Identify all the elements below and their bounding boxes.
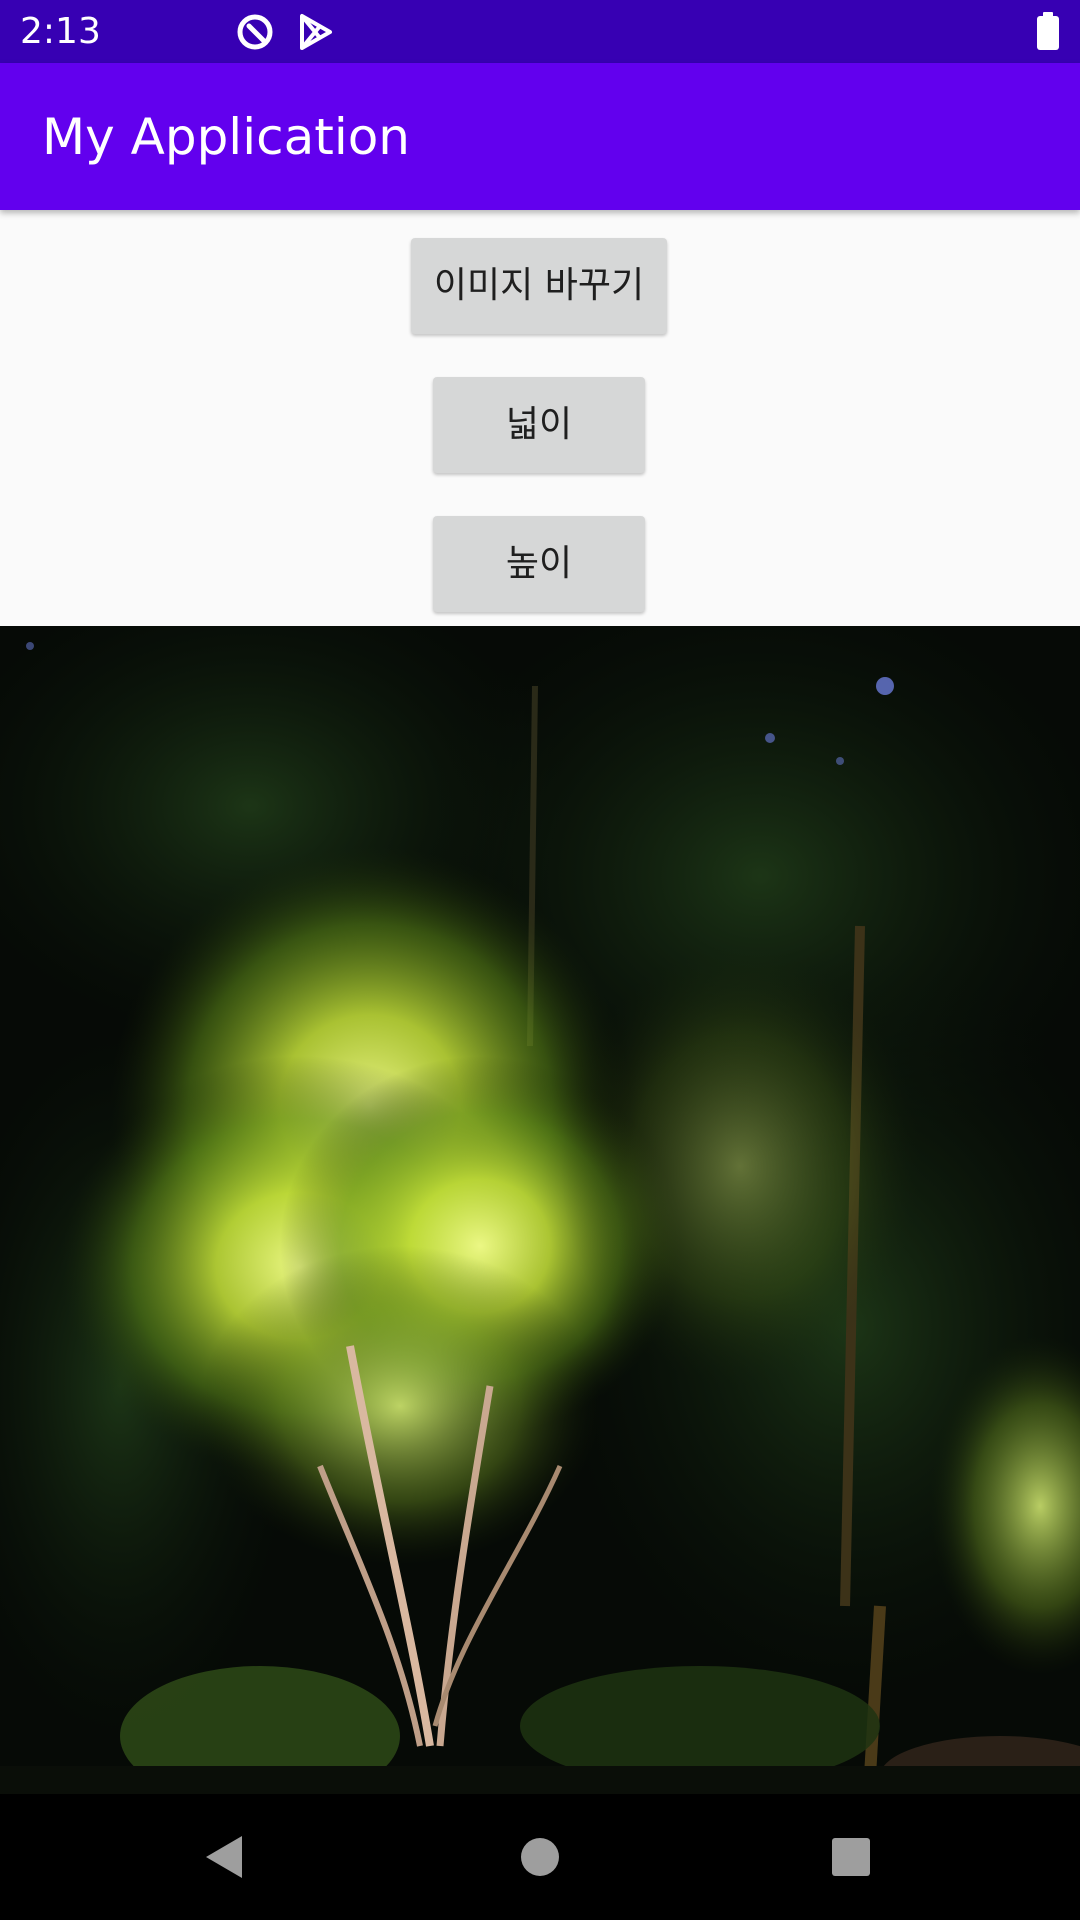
app-bar: My Application (0, 63, 1080, 210)
home-icon[interactable] (505, 1822, 575, 1892)
screen: 2:13 My Application 이미지 바꾸기 넓이 높이 (0, 0, 1080, 1920)
status-time: 2:13 (20, 11, 101, 52)
back-icon[interactable] (190, 1822, 260, 1892)
width-button[interactable]: 넓이 (433, 377, 645, 473)
height-button[interactable]: 높이 (433, 516, 645, 612)
recents-icon[interactable] (816, 1822, 886, 1892)
app-title: My Application (42, 108, 410, 166)
button-panel: 이미지 바꾸기 넓이 높이 (0, 210, 1080, 626)
play-store-icon (296, 12, 336, 52)
battery-icon (1036, 12, 1060, 52)
data-saver-icon (235, 12, 275, 52)
change-image-button[interactable]: 이미지 바꾸기 (411, 238, 667, 334)
night-lit-tree-photo (0, 626, 1080, 1794)
navigation-bar (0, 1794, 1080, 1920)
status-bar: 2:13 (0, 0, 1080, 63)
photo-illustration (0, 626, 1080, 1794)
